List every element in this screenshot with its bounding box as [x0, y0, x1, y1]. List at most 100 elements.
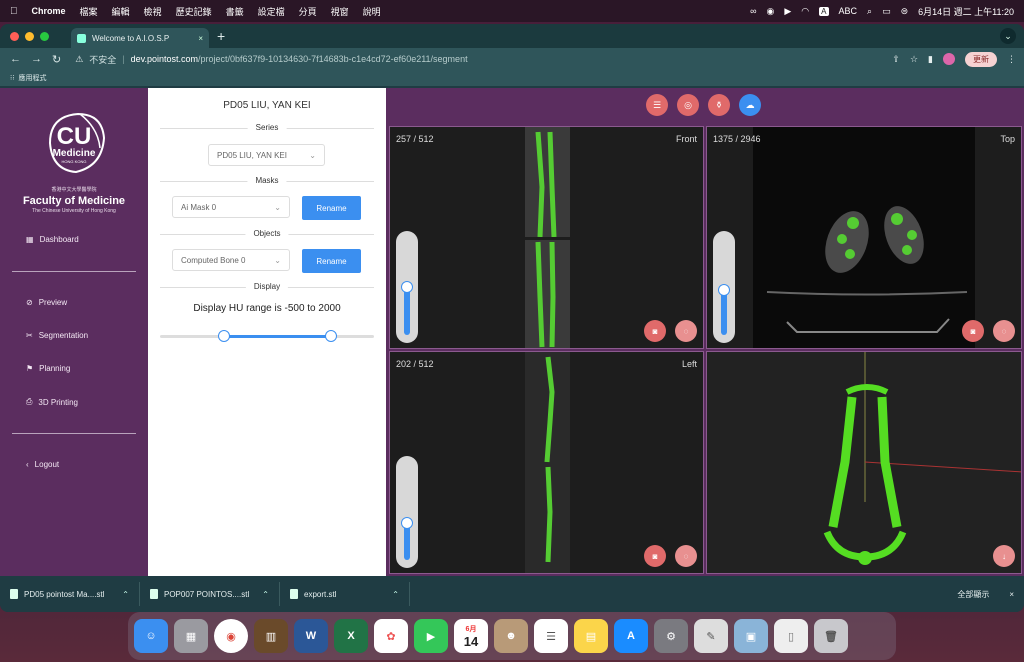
- viewport-left[interactable]: 202 / 512 Left ◙ ◌: [389, 351, 704, 574]
- object-select[interactable]: Computed Bone 0 ⌄: [172, 249, 290, 271]
- top-slice-slider[interactable]: [713, 231, 735, 343]
- sidebar-item-preview[interactable]: ⊘ Preview: [26, 298, 67, 307]
- app-store-icon[interactable]: A: [614, 619, 648, 653]
- zoom-window-button[interactable]: [40, 31, 49, 41]
- menu-item-tabs[interactable]: 分頁: [299, 5, 317, 18]
- apps-grid-icon[interactable]: ⁝⁝: [10, 74, 14, 82]
- chevron-up-icon[interactable]: ⌃: [262, 590, 269, 599]
- play-icon[interactable]: ▶: [784, 6, 791, 17]
- launchpad-icon[interactable]: ▦: [174, 619, 208, 653]
- glasses-icon[interactable]: ∞: [750, 6, 756, 16]
- wifi-icon[interactable]: ◠: [801, 6, 809, 17]
- rename-object-button[interactable]: Rename: [302, 249, 361, 273]
- tab-search-icon[interactable]: ⌄: [1000, 28, 1016, 44]
- hu-min-handle[interactable]: [218, 330, 231, 342]
- filter-button[interactable]: ⚱: [708, 94, 730, 116]
- show-all-downloads-link[interactable]: 全部顯示: [957, 589, 989, 600]
- download-item[interactable]: POP007 POINTOS....stl ⌃: [140, 582, 280, 606]
- menu-item-profiles[interactable]: 設定檔: [258, 5, 285, 18]
- download-model-button[interactable]: ↓: [993, 545, 1015, 567]
- sidebar-item-dashboard[interactable]: ▦ Dashboard: [26, 235, 79, 244]
- sidebar-item-segmentation[interactable]: ✂ Segmentation: [26, 331, 88, 340]
- reminders-icon[interactable]: ☰: [534, 619, 568, 653]
- excel-icon[interactable]: X: [334, 619, 368, 653]
- viewport-3d[interactable]: ↓: [706, 351, 1022, 574]
- calibre-icon[interactable]: ▥: [254, 619, 288, 653]
- back-arrow-icon[interactable]: ←: [10, 53, 21, 65]
- facetime-icon[interactable]: ▶: [414, 619, 448, 653]
- reset-view-button[interactable]: ◎: [677, 94, 699, 116]
- front-slice-slider[interactable]: [396, 231, 418, 343]
- sidebar-toggle-icon[interactable]: ▮: [928, 54, 933, 65]
- search-icon[interactable]: ⌕: [867, 6, 872, 17]
- series-select[interactable]: PD05 LIU, YAN KEI ⌄: [208, 144, 325, 166]
- front-center-button[interactable]: ◌: [675, 320, 697, 342]
- battery-icon[interactable]: ▭: [882, 6, 891, 17]
- hu-max-handle[interactable]: [325, 330, 338, 342]
- more-menu-icon[interactable]: ⋮: [1007, 54, 1016, 65]
- reload-icon[interactable]: ↻: [52, 53, 61, 66]
- slider-handle[interactable]: [401, 516, 413, 529]
- menu-item-history[interactable]: 歷史記錄: [176, 5, 212, 18]
- input-method-label[interactable]: ABC: [839, 6, 858, 16]
- input-method-icon[interactable]: A: [819, 6, 829, 16]
- contacts-icon[interactable]: ☻: [494, 619, 528, 653]
- address-bar[interactable]: ⚠ 不安全 | dev.pointost.com/project/0bf637f…: [75, 53, 467, 66]
- bookmark-apps[interactable]: 應用程式: [18, 73, 46, 83]
- upload-button[interactable]: ☁: [739, 94, 761, 116]
- menu-item-help[interactable]: 說明: [363, 5, 381, 18]
- viewport-front[interactable]: 257 / 512 Front ◙ ◌: [389, 126, 704, 349]
- menu-item-edit[interactable]: 編輯: [112, 5, 130, 18]
- menu-datetime[interactable]: 6月14日 週二 上午11:20: [918, 5, 1014, 18]
- slider-handle[interactable]: [401, 281, 413, 293]
- menu-app-name[interactable]: Chrome: [32, 6, 66, 16]
- download-item[interactable]: export.stl ⌃: [280, 582, 410, 606]
- left-center-button[interactable]: ◌: [675, 545, 697, 567]
- menu-item-view[interactable]: 檢視: [144, 5, 162, 18]
- forward-arrow-icon[interactable]: →: [31, 53, 42, 65]
- front-snapshot-button[interactable]: ◙: [644, 320, 666, 342]
- chevron-up-icon[interactable]: ⌃: [122, 590, 129, 599]
- trash-icon[interactable]: 🗑: [814, 619, 848, 653]
- word-icon[interactable]: W: [294, 619, 328, 653]
- close-window-button[interactable]: [10, 31, 19, 41]
- apple-icon[interactable]: : [10, 6, 18, 17]
- photos-icon[interactable]: ✿: [374, 619, 408, 653]
- adjust-settings-button[interactable]: ☰: [646, 94, 668, 116]
- viewport-top[interactable]: 1375 / 2946 Top ◙ ◌: [706, 126, 1022, 349]
- left-slice-slider[interactable]: [396, 456, 418, 568]
- calendar-icon[interactable]: 6月 14: [454, 619, 488, 653]
- chrome-icon[interactable]: ◉: [214, 619, 248, 653]
- finder-icon[interactable]: ☺: [134, 619, 168, 653]
- top-snapshot-button[interactable]: ◙: [962, 320, 984, 342]
- bookmark-star-icon[interactable]: ☆: [910, 54, 918, 65]
- system-settings-icon[interactable]: ⚙: [654, 619, 688, 653]
- documents-folder-icon[interactable]: ▯: [774, 619, 808, 653]
- mask-select[interactable]: Ai Mask 0 ⌄: [172, 196, 290, 218]
- hu-range-slider[interactable]: [160, 330, 374, 342]
- close-tab-icon[interactable]: ×: [198, 34, 203, 43]
- profile-avatar-icon[interactable]: [943, 53, 955, 65]
- update-button[interactable]: 更新: [965, 51, 997, 67]
- control-center-icon[interactable]: ⊜: [901, 6, 909, 17]
- slider-handle[interactable]: [718, 283, 730, 296]
- notes-icon[interactable]: ▤: [574, 619, 608, 653]
- sidebar-item-3d-printing[interactable]: ⎙ 3D Printing: [26, 397, 78, 407]
- browser-tab[interactable]: Welcome to A.I.O.S.P ×: [71, 28, 209, 48]
- menu-item-window[interactable]: 視窗: [331, 5, 349, 18]
- left-snapshot-button[interactable]: ◙: [644, 545, 666, 567]
- user-circle-icon[interactable]: ◉: [767, 6, 775, 17]
- sidebar-item-logout[interactable]: ‹ Logout: [26, 460, 59, 469]
- share-icon[interactable]: ⇪: [892, 54, 900, 65]
- close-downloads-icon[interactable]: ×: [1009, 590, 1014, 599]
- menu-item-bookmarks[interactable]: 書籤: [226, 5, 244, 18]
- rename-mask-button[interactable]: Rename: [302, 196, 361, 220]
- preview-icon[interactable]: ▣: [734, 619, 768, 653]
- sidebar-item-planning[interactable]: ⚑ Planning: [26, 364, 70, 373]
- chevron-up-icon[interactable]: ⌃: [392, 590, 399, 599]
- menu-item-file[interactable]: 檔案: [80, 5, 98, 18]
- minimize-window-button[interactable]: [25, 31, 34, 41]
- download-item[interactable]: PD05 pointost Ma....stl ⌃: [0, 582, 140, 606]
- top-center-button[interactable]: ◌: [993, 320, 1015, 342]
- new-tab-button[interactable]: +: [217, 28, 225, 44]
